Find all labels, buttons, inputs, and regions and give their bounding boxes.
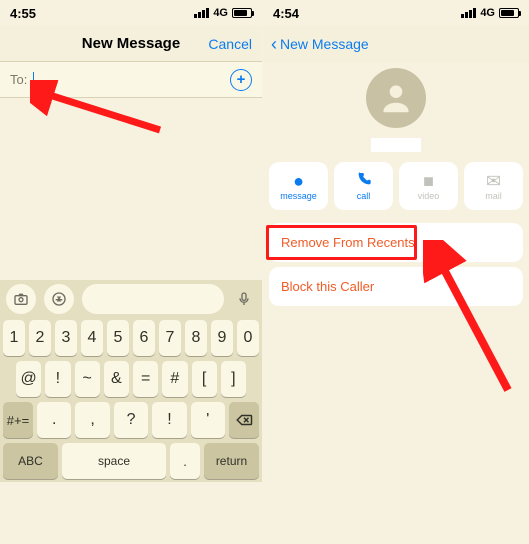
contact-name-redacted xyxy=(371,138,421,152)
key-row-4: ABC space . return xyxy=(3,443,259,479)
remove-from-recents-button[interactable]: Remove From Recents xyxy=(269,223,523,262)
nav-bar: ‹ New Message xyxy=(263,26,529,62)
return-key[interactable]: return xyxy=(204,443,259,479)
remove-recents-row: Remove From Recents xyxy=(263,223,529,262)
key[interactable]: 8 xyxy=(185,320,207,356)
chevron-left-icon: ‹ xyxy=(271,34,277,55)
status-right: 4G xyxy=(194,7,252,19)
key[interactable]: 3 xyxy=(55,320,77,356)
status-time: 4:54 xyxy=(273,6,299,21)
block-caller-button[interactable]: Block this Caller xyxy=(269,267,523,306)
key[interactable]: ! xyxy=(152,402,186,438)
key-row-1: 1 2 3 4 5 6 7 8 9 0 xyxy=(3,320,259,356)
message-input[interactable] xyxy=(82,284,224,314)
key[interactable]: ' xyxy=(191,402,225,438)
backspace-key[interactable] xyxy=(229,402,259,438)
video-icon: ■ xyxy=(423,172,434,190)
mic-icon xyxy=(236,291,252,307)
symbols-key[interactable]: #+= xyxy=(3,402,33,438)
mail-icon: ✉ xyxy=(486,172,501,190)
status-bar: 4:54 4G xyxy=(263,0,529,26)
action-label: video xyxy=(418,191,440,201)
call-action-button[interactable]: call xyxy=(334,162,393,210)
back-button[interactable]: ‹ New Message xyxy=(271,34,369,55)
key[interactable]: [ xyxy=(192,361,217,397)
video-action-button: ■ video xyxy=(399,162,458,210)
key[interactable]: 5 xyxy=(107,320,129,356)
phone-icon xyxy=(356,171,372,190)
status-bar: 4:55 4G xyxy=(0,0,262,26)
contact-header xyxy=(263,62,529,152)
keyboard: 1 2 3 4 5 6 7 8 9 0 @ ! ~ & = # [ ] #+= … xyxy=(0,317,262,482)
key[interactable]: 2 xyxy=(29,320,51,356)
key[interactable]: & xyxy=(104,361,129,397)
battery-icon xyxy=(232,8,252,18)
abc-key[interactable]: ABC xyxy=(3,443,58,479)
action-label: call xyxy=(357,191,371,201)
nav-bar: New Message Cancel xyxy=(0,26,262,62)
key[interactable]: ~ xyxy=(75,361,100,397)
keyboard-accessory xyxy=(0,280,262,317)
key[interactable]: 1 xyxy=(3,320,25,356)
back-label: New Message xyxy=(280,36,369,52)
period-key[interactable]: . xyxy=(170,443,200,479)
battery-icon xyxy=(499,8,519,18)
key[interactable]: 0 xyxy=(237,320,259,356)
appstore-button[interactable] xyxy=(44,284,74,314)
message-action-button[interactable]: ● message xyxy=(269,162,328,210)
appstore-icon xyxy=(51,291,67,307)
status-right: 4G xyxy=(461,7,519,19)
space-key[interactable]: space xyxy=(62,443,166,479)
mic-button[interactable] xyxy=(232,287,256,311)
contact-actions: ● message call ■ video ✉ mail xyxy=(263,152,529,218)
key-row-2: @ ! ~ & = # [ ] xyxy=(3,361,259,397)
text-cursor xyxy=(33,72,34,88)
key[interactable]: 7 xyxy=(159,320,181,356)
key[interactable]: 4 xyxy=(81,320,103,356)
nav-title: New Message xyxy=(82,35,180,52)
camera-button[interactable] xyxy=(6,284,36,314)
key[interactable]: @ xyxy=(16,361,41,397)
camera-icon xyxy=(13,291,29,307)
signal-icon xyxy=(461,8,476,18)
status-net: 4G xyxy=(480,7,495,19)
status-net: 4G xyxy=(213,7,228,19)
cancel-button[interactable]: Cancel xyxy=(208,36,252,52)
to-label: To: xyxy=(10,72,27,87)
key[interactable]: # xyxy=(162,361,187,397)
key[interactable]: ! xyxy=(45,361,70,397)
signal-icon xyxy=(194,8,209,18)
key[interactable]: , xyxy=(75,402,109,438)
avatar xyxy=(366,68,426,128)
key[interactable]: 6 xyxy=(133,320,155,356)
key[interactable]: ? xyxy=(114,402,148,438)
action-label: mail xyxy=(485,191,502,201)
key[interactable]: ] xyxy=(221,361,246,397)
status-time: 4:55 xyxy=(10,6,36,21)
message-body-area xyxy=(0,98,262,280)
annotation-arrow-icon xyxy=(423,240,523,400)
add-contact-button[interactable]: + xyxy=(230,69,252,91)
action-label: message xyxy=(280,191,317,201)
message-icon: ● xyxy=(293,172,304,190)
screenshot-left: 4:55 4G New Message Cancel To: + 1 2 3 xyxy=(0,0,263,544)
mail-action-button: ✉ mail xyxy=(464,162,523,210)
key-row-3: #+= . , ? ! ' xyxy=(3,402,259,438)
key[interactable]: . xyxy=(37,402,71,438)
backspace-icon xyxy=(235,411,253,429)
screenshot-right: 4:54 4G ‹ New Message ● message call xyxy=(263,0,529,544)
key[interactable]: 9 xyxy=(211,320,233,356)
person-icon xyxy=(377,79,415,117)
to-field-row[interactable]: To: + xyxy=(0,62,262,98)
key[interactable]: = xyxy=(133,361,158,397)
